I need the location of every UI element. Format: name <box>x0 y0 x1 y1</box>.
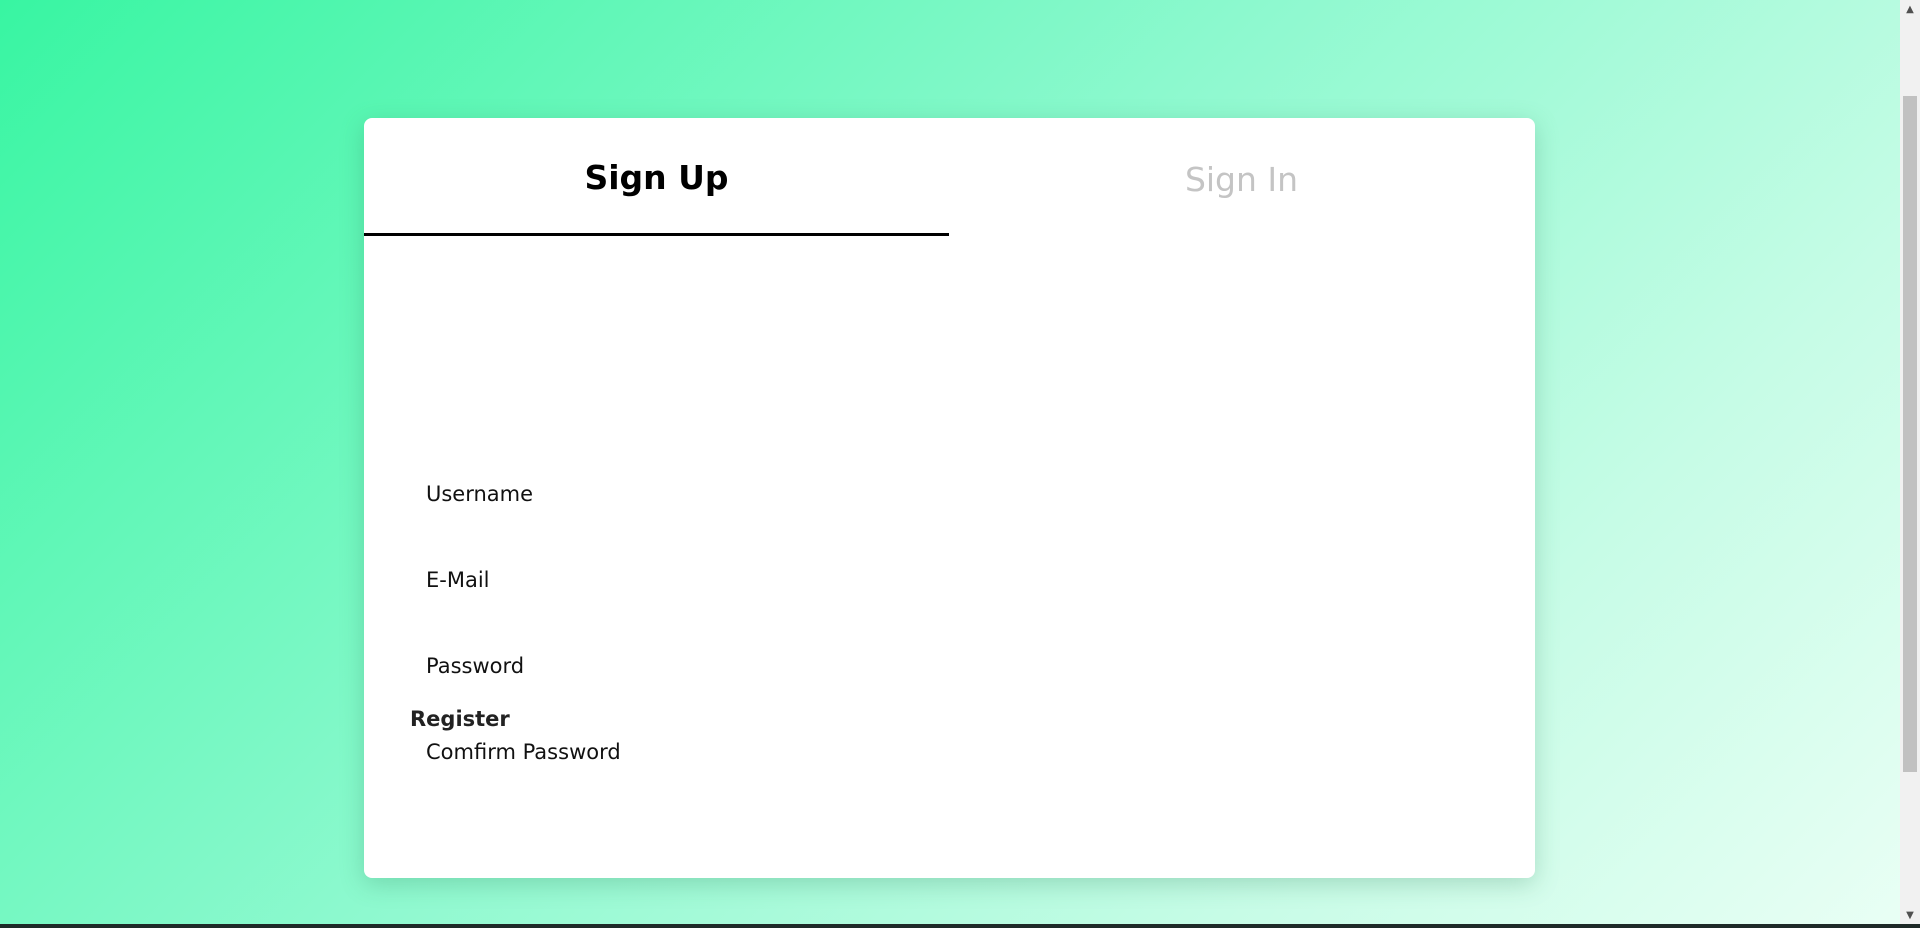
tab-sign-in-label: Sign In <box>1184 159 1299 199</box>
sign-up-form: Username E-Mail Password Comfirm Passwor… <box>426 470 1470 814</box>
auth-card: Sign Up Sign In Username E-Mail Password… <box>364 118 1535 878</box>
scrollbar-thumb[interactable] <box>1903 96 1917 772</box>
username-input[interactable] <box>426 470 1470 530</box>
password-field-group: Password <box>426 642 1470 728</box>
email-input[interactable] <box>426 556 1470 616</box>
chevron-up-icon[interactable]: ▲ <box>1900 0 1920 18</box>
chevron-down-icon[interactable]: ▼ <box>1900 906 1920 924</box>
tab-sign-up-label: Sign Up <box>584 158 729 197</box>
confirm-password-input[interactable] <box>426 728 1470 788</box>
confirm-password-field-group: Comfirm Password <box>426 728 1470 814</box>
auth-tabs: Sign Up Sign In <box>364 118 1535 238</box>
tab-sign-in[interactable]: Sign In <box>949 118 1534 236</box>
taskbar-edge <box>0 924 1920 928</box>
register-button[interactable]: Register <box>410 699 530 739</box>
email-field-group: E-Mail <box>426 556 1470 642</box>
page-background: Sign Up Sign In Username E-Mail Password… <box>0 0 1900 924</box>
tab-sign-up[interactable]: Sign Up <box>364 118 949 236</box>
password-input[interactable] <box>426 642 1470 702</box>
username-field-group: Username <box>426 470 1470 556</box>
page-scrollbar[interactable]: ▲ ▼ <box>1900 0 1920 924</box>
